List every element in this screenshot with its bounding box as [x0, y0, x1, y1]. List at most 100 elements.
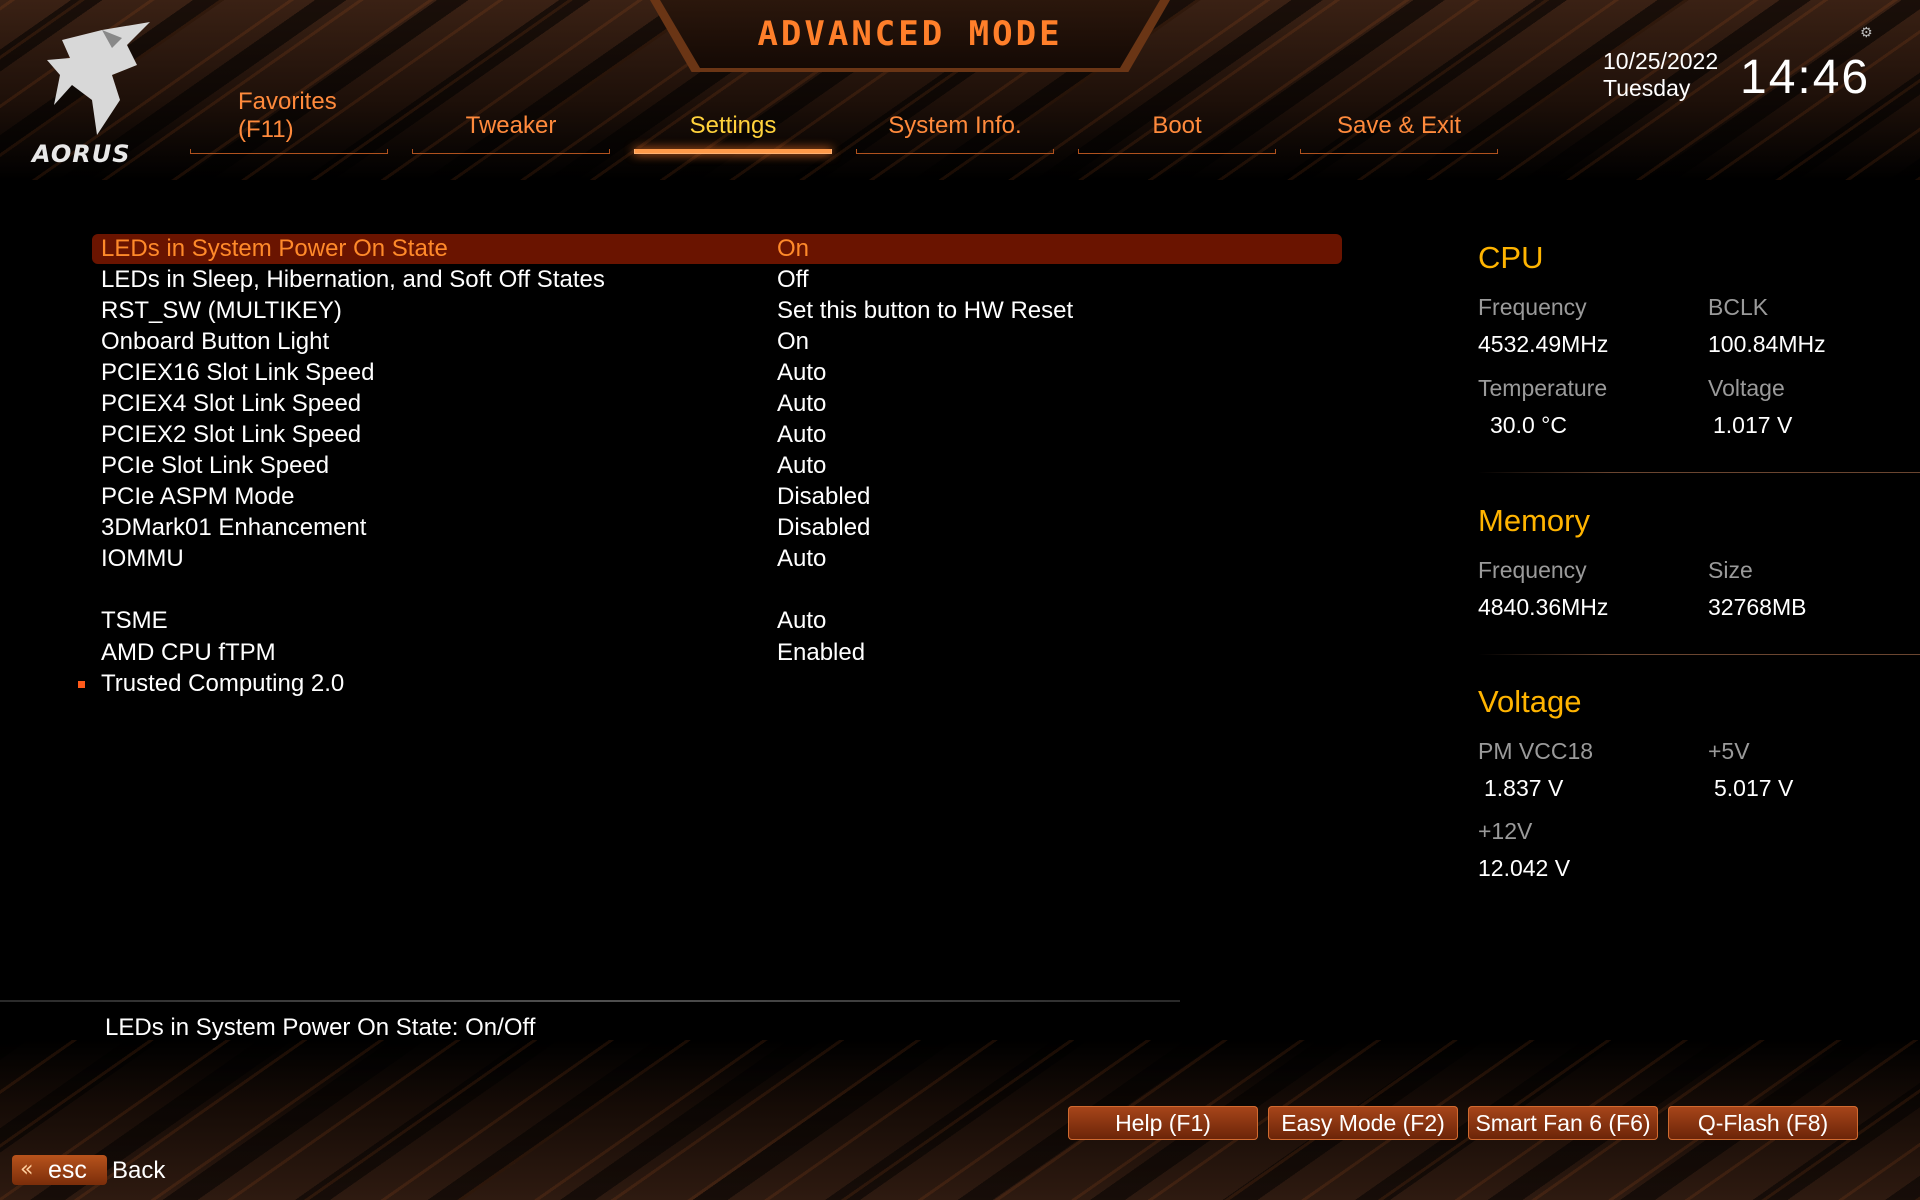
tab-tweaker[interactable]: Tweaker	[412, 84, 610, 154]
eagle-icon	[47, 22, 150, 135]
esc-label: esc	[48, 1156, 87, 1184]
setting-value[interactable]: Auto	[777, 606, 826, 636]
cpu-bclk-value: 100.84MHz	[1708, 331, 1826, 357]
memory-size-label: Size	[1708, 557, 1753, 583]
setting-label: PCIEX16 Slot Link Speed	[101, 359, 375, 386]
aorus-logo: AORUS	[30, 20, 160, 170]
setting-value[interactable]: Auto	[777, 451, 826, 481]
tab-tweaker-label: Tweaker	[465, 112, 557, 139]
smart-fan-button[interactable]: Smart Fan 6 (F6)	[1468, 1106, 1658, 1140]
tab-boot[interactable]: Boot	[1078, 84, 1276, 154]
plus5v-value: 5.017 V	[1714, 775, 1794, 801]
tab-boot-label: Boot	[1152, 112, 1202, 139]
easy-mode-button[interactable]: Easy Mode (F2)	[1268, 1106, 1458, 1140]
setting-value[interactable]: Auto	[777, 389, 826, 419]
tab-settings-label: Settings	[689, 112, 777, 139]
help-divider	[0, 1000, 1180, 1002]
cpu-voltage-value: 1.017 V	[1713, 412, 1793, 438]
tab-favorites-hotkey: (F11)	[238, 116, 294, 143]
setting-label: PCIEX2 Slot Link Speed	[101, 421, 362, 448]
tab-save-exit-label: Save & Exit	[1336, 112, 1462, 139]
voltage-section-title: Voltage	[1478, 684, 1582, 719]
cpu-frequency-value: 4532.49MHz	[1478, 331, 1609, 357]
setting-label: PCIe ASPM Mode	[101, 483, 295, 510]
setting-label: LEDs in System Power On State	[101, 235, 448, 262]
submenu-trusted-computing[interactable]: Trusted Computing 2.0	[78, 669, 1342, 699]
help-button[interactable]: Help (F1)	[1068, 1106, 1258, 1140]
tab-system-info[interactable]: System Info.	[856, 84, 1054, 154]
setting-label: LEDs in Sleep, Hibernation, and Soft Off…	[101, 266, 605, 293]
tab-underline	[412, 149, 610, 154]
setting-label: PCIe Slot Link Speed	[101, 452, 330, 479]
setting-row[interactable]: AMD CPU fTPM Enabled	[92, 638, 1342, 668]
setting-row[interactable]: PCIEX2 Slot Link Speed Auto	[92, 420, 1342, 450]
tab-underline	[190, 149, 388, 154]
back-label[interactable]: Back	[112, 1157, 165, 1185]
memory-section-title: Memory	[1478, 503, 1590, 538]
setting-row[interactable]: RST_SW (MULTIKEY) Set this button to HW …	[92, 296, 1342, 326]
cpu-temperature-value: 30.0 °C	[1490, 412, 1567, 438]
setting-row[interactable]: LEDs in System Power On State On	[92, 234, 1342, 264]
setting-row[interactable]: LEDs in Sleep, Hibernation, and Soft Off…	[92, 265, 1342, 295]
tab-system-info-label: System Info.	[888, 112, 1022, 139]
q-flash-button[interactable]: Q-Flash (F8)	[1668, 1106, 1858, 1140]
setting-value[interactable]: Auto	[777, 420, 826, 450]
setting-label: AMD CPU fTPM	[101, 639, 276, 666]
tab-save-exit[interactable]: Save & Exit	[1300, 84, 1498, 154]
day-text: Tuesday	[1603, 75, 1691, 101]
setting-value[interactable]: Disabled	[777, 482, 870, 512]
section-divider	[1478, 654, 1920, 655]
setting-row[interactable]: PCIEX16 Slot Link Speed Auto	[92, 358, 1342, 388]
setting-value[interactable]: Auto	[777, 358, 826, 388]
help-description: LEDs in System Power On State: On/Off	[105, 1014, 536, 1041]
plus12v-label: +12V	[1478, 818, 1533, 844]
pm-vcc18-label: PM VCC18	[1478, 738, 1594, 764]
memory-size-value: 32768MB	[1708, 594, 1807, 620]
setting-label: Trusted Computing 2.0	[101, 670, 345, 697]
setting-value[interactable]: On	[777, 234, 809, 264]
setting-label: PCIEX4 Slot Link Speed	[101, 390, 362, 417]
setting-label: IOMMU	[101, 545, 184, 572]
tab-underline-active	[634, 149, 832, 154]
cpu-section-title: CPU	[1478, 240, 1544, 275]
setting-row[interactable]: IOMMU Auto	[92, 544, 1342, 574]
setting-row[interactable]: TSME Auto	[92, 606, 1342, 636]
esc-button[interactable]: « esc	[12, 1155, 107, 1185]
setting-value[interactable]: On	[777, 327, 809, 357]
pm-vcc18-value: 1.837 V	[1484, 775, 1564, 801]
setting-label: TSME	[101, 607, 168, 634]
setting-row[interactable]: Onboard Button Light On	[92, 327, 1342, 357]
setting-row[interactable]: 3DMark01 Enhancement Disabled	[92, 513, 1342, 543]
setting-value[interactable]: Enabled	[777, 638, 865, 668]
tab-underline	[856, 149, 1054, 154]
logo-text: AORUS	[32, 140, 131, 168]
setting-label: RST_SW (MULTIKEY)	[101, 297, 342, 324]
setting-value[interactable]: Set this button to HW Reset	[777, 296, 1073, 326]
setting-row[interactable]: PCIEX4 Slot Link Speed Auto	[92, 389, 1342, 419]
section-divider	[1478, 472, 1920, 473]
double-chevron-left-icon: «	[20, 1157, 34, 1182]
tab-underline	[1300, 149, 1498, 154]
setting-row[interactable]: PCIe ASPM Mode Disabled	[92, 482, 1342, 512]
cpu-frequency-label: Frequency	[1478, 294, 1587, 320]
mode-title: ADVANCED MODE	[757, 14, 1063, 54]
submenu-bullet-icon	[78, 681, 85, 688]
settings-gear-icon[interactable]: ⚙	[1860, 26, 1874, 40]
setting-label: Onboard Button Light	[101, 328, 330, 355]
clock-display: 14:46	[1740, 51, 1871, 104]
setting-row[interactable]: PCIe Slot Link Speed Auto	[92, 451, 1342, 481]
cpu-bclk-label: BCLK	[1708, 294, 1769, 320]
cpu-voltage-label: Voltage	[1708, 375, 1785, 401]
cpu-temperature-label: Temperature	[1478, 375, 1608, 401]
tab-favorites-label: Favorites	[238, 88, 337, 115]
tab-underline	[1078, 149, 1276, 154]
date-text: 10/25/2022	[1603, 48, 1719, 74]
setting-value[interactable]: Auto	[777, 544, 826, 574]
tab-favorites[interactable]: Favorites (F11)	[190, 84, 388, 154]
setting-value[interactable]: Disabled	[777, 513, 870, 543]
setting-value[interactable]: Off	[777, 265, 809, 295]
plus5v-label: +5V	[1708, 738, 1750, 764]
setting-label: 3DMark01 Enhancement	[101, 514, 367, 541]
tab-settings[interactable]: Settings	[634, 84, 832, 154]
plus12v-value: 12.042 V	[1478, 855, 1571, 881]
